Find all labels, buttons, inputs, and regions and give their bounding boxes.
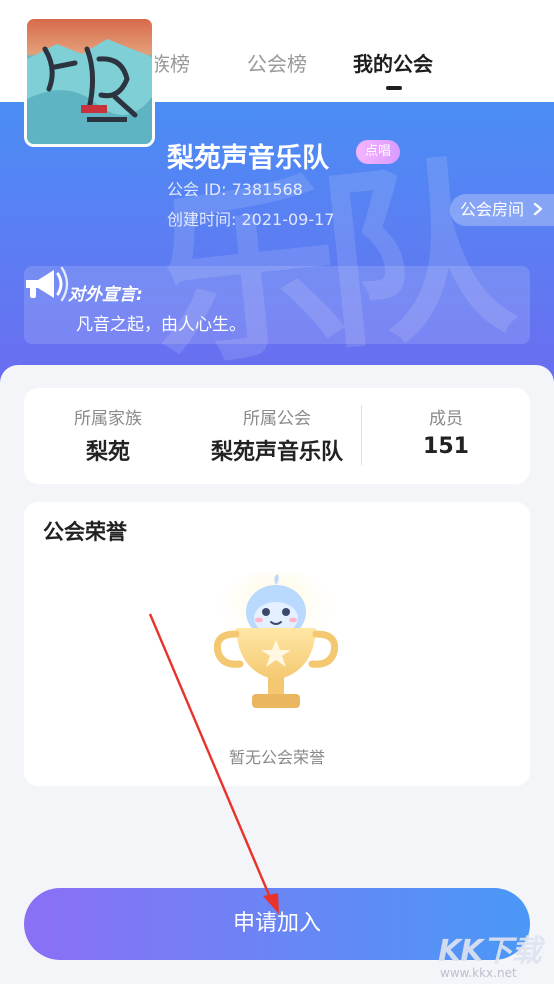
guild-name: 梨苑声音乐队 <box>167 143 329 174</box>
honor-empty-text: 暂无公会荣誉 <box>228 748 325 767</box>
trophy-mascot-icon <box>212 572 340 708</box>
stat-family-label: 所属家族 <box>74 409 142 429</box>
guild-room-label: 公会房间 <box>460 200 525 219</box>
role-badge: 点唱 <box>356 140 401 164</box>
stat-members-value: 151 <box>423 434 469 459</box>
stat-family-value: 梨苑 <box>85 440 130 465</box>
stat-members-label: 成员 <box>429 409 463 429</box>
chevron-right-icon <box>533 202 543 216</box>
announcement-text: 凡音之起，由人心生。 <box>76 315 246 335</box>
tab-my-guild[interactable]: 我的公会 <box>353 48 433 77</box>
guild-created-date: 创建时间: 2021-09-17 <box>167 210 335 229</box>
megaphone-icon <box>26 266 69 302</box>
guild-room-button[interactable]: 公会房间 <box>450 194 554 226</box>
guild-id: 公会 ID: 7381568 <box>167 180 303 199</box>
site-watermark: KK下载 www.kkx.net <box>438 926 548 982</box>
stat-guild-label: 所属公会 <box>243 409 311 429</box>
watermark-logo: KK下载 <box>438 934 541 969</box>
stat-guild-value: 梨苑声音乐队 <box>210 440 343 465</box>
watermark-url: www.kkx.net <box>440 966 517 980</box>
announcement-title: 对外宣言: <box>68 285 143 305</box>
guild-cover-image[interactable] <box>24 16 155 147</box>
guild-cover-artwork <box>27 39 152 144</box>
active-tab-indicator <box>386 86 402 90</box>
honor-title: 公会荣誉 <box>43 520 127 544</box>
stat-divider <box>361 405 362 465</box>
tab-guild-rank[interactable]: 公会榜 <box>247 48 307 77</box>
